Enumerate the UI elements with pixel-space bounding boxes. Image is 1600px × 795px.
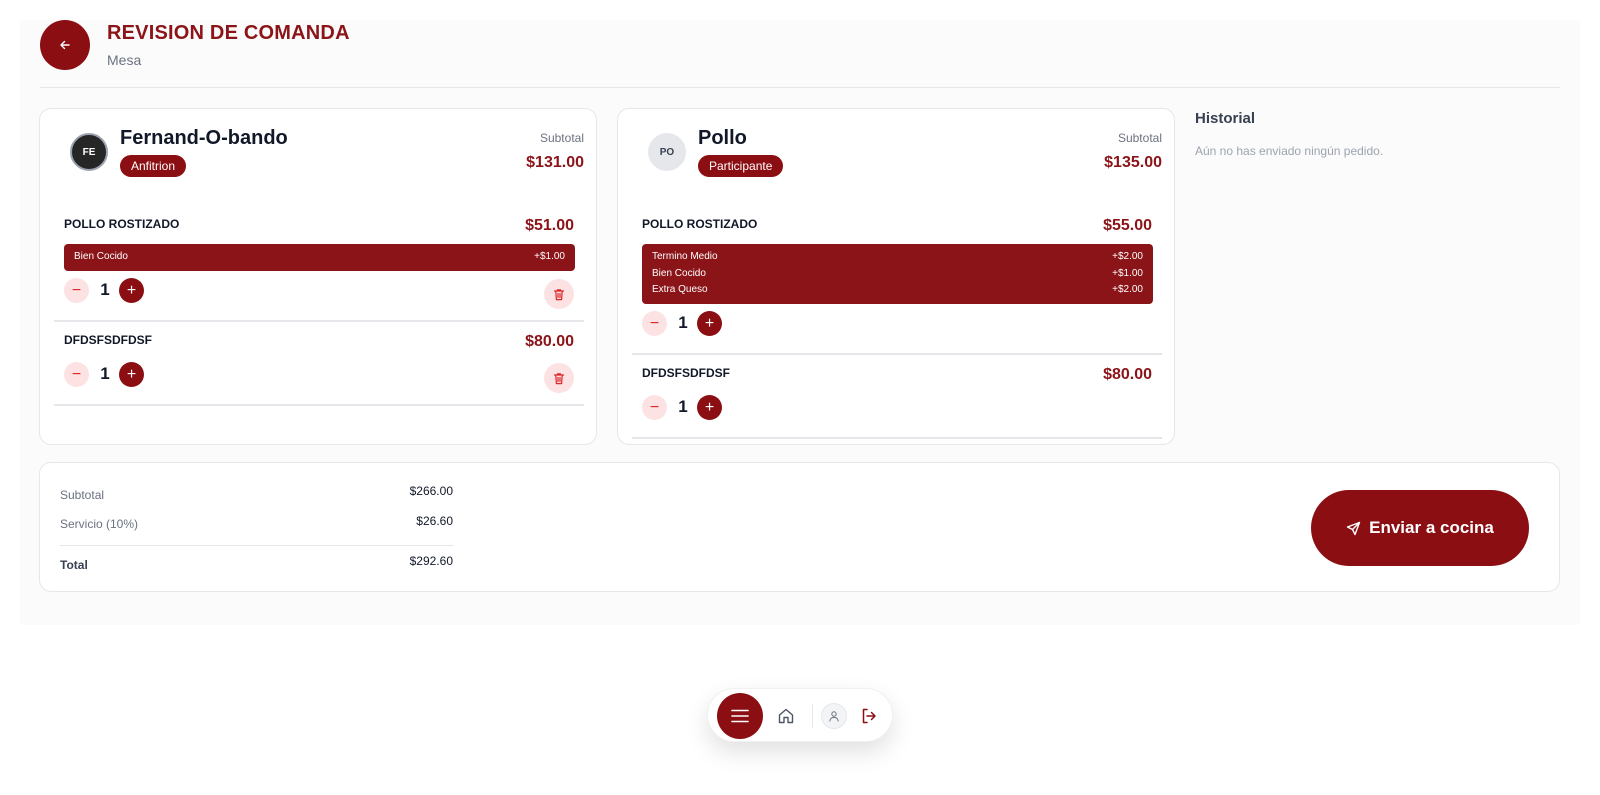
avatar: PO — [648, 133, 686, 171]
summary-total-label: Total — [60, 558, 88, 572]
modifier-row: Extra Queso +$2.00 — [652, 282, 1143, 299]
increase-quantity-button[interactable]: + — [119, 278, 144, 303]
modifier-price: +$2.00 — [1112, 284, 1143, 295]
decrease-quantity-button[interactable]: − — [64, 362, 89, 387]
modifier-list: Bien Cocido +$1.00 — [64, 244, 575, 271]
quantity-value: 1 — [100, 280, 110, 299]
guest-subtotal-label: Subtotal — [1117, 131, 1162, 145]
summary-divider — [60, 545, 454, 546]
guest-card: FE Fernand-O-bando Anfitrion Subtotal $1… — [39, 108, 597, 445]
delete-item-button[interactable] — [544, 363, 574, 393]
item-price: $55.00 — [1103, 217, 1152, 234]
guest-name: Fernand-O-bando — [120, 127, 288, 149]
home-icon — [778, 708, 794, 724]
page-header: REVISION DE COMANDA Mesa — [20, 20, 1580, 88]
increase-quantity-button[interactable]: + — [697, 311, 722, 336]
modifier-price: +$1.00 — [534, 251, 565, 262]
plus-icon: + — [704, 398, 715, 416]
item-divider — [632, 353, 1162, 355]
modifier-name: Bien Cocido — [74, 251, 128, 262]
role-badge: Participante — [698, 155, 784, 177]
order-item: DFDSFSDFDSF $80.00 − 1 + — [632, 366, 1162, 442]
guest-card: PO Pollo Participante Subtotal $135.00 P… — [617, 108, 1175, 445]
increase-quantity-button[interactable]: + — [697, 395, 722, 420]
header-divider — [40, 87, 1560, 88]
menu-icon — [731, 709, 749, 723]
guest-subtotal-label: Subtotal — [539, 131, 584, 145]
minus-icon: − — [649, 314, 660, 332]
order-summary: Subtotal $266.00 Servicio (10%) $26.60 T… — [39, 462, 1560, 592]
order-item: DFDSFSDFDSF $80.00 − 1 + — [54, 333, 584, 409]
history-empty-message: Aún no has enviado ningún pedido. — [1195, 144, 1384, 158]
modifier-price: +$1.00 — [1112, 267, 1143, 279]
history-title: Historial — [1195, 110, 1256, 127]
item-price: $51.00 — [525, 217, 574, 234]
minus-icon: − — [649, 398, 660, 416]
plus-icon: + — [126, 365, 137, 383]
summary-service-label: Servicio (10%) — [60, 517, 139, 531]
item-name: DFDSFSDFDSF — [64, 333, 152, 347]
modifier-row: Termino Medio +$2.00 — [652, 249, 1143, 266]
trash-icon — [553, 288, 565, 300]
avatar: FE — [70, 133, 108, 171]
modifier-name: Extra Queso — [652, 284, 708, 295]
order-item: POLLO ROSTIZADO $51.00 Bien Cocido +$1.00… — [54, 217, 584, 325]
item-name: POLLO ROSTIZADO — [642, 217, 758, 231]
item-divider — [632, 437, 1162, 439]
user-icon — [829, 711, 839, 722]
quantity-value: 1 — [678, 397, 688, 416]
send-icon — [1346, 521, 1361, 535]
item-divider — [54, 320, 584, 322]
page-subtitle: Mesa — [107, 52, 142, 68]
item-price: $80.00 — [1103, 366, 1152, 383]
plus-icon: + — [704, 314, 715, 332]
decrease-quantity-button[interactable]: − — [642, 311, 667, 336]
trash-icon — [553, 372, 565, 384]
send-to-kitchen-label: Enviar a cocina — [1369, 518, 1494, 537]
minus-icon: − — [71, 365, 82, 383]
summary-subtotal-label: Subtotal — [60, 488, 105, 502]
logout-icon — [862, 708, 876, 724]
modifier-name: Bien Cocido — [652, 267, 706, 279]
decrease-quantity-button[interactable]: − — [64, 278, 89, 303]
modifier-name: Termino Medio — [652, 251, 718, 262]
home-button[interactable] — [772, 702, 800, 730]
menu-button[interactable] — [717, 693, 763, 739]
modifier-row: Bien Cocido +$1.00 — [74, 249, 565, 266]
item-name: POLLO ROSTIZADO — [64, 217, 180, 231]
decrease-quantity-button[interactable]: − — [642, 395, 667, 420]
item-price: $80.00 — [525, 333, 574, 350]
minus-icon: − — [71, 281, 82, 299]
guest-subtotal-value: $131.00 — [526, 154, 584, 171]
increase-quantity-button[interactable]: + — [119, 362, 144, 387]
item-divider — [54, 404, 584, 406]
nav-separator — [812, 704, 813, 728]
role-badge: Anfitrion — [120, 155, 187, 177]
summary-total-value: $292.60 — [409, 554, 453, 568]
page-title: REVISION DE COMANDA — [107, 22, 350, 44]
bottom-navbar — [707, 688, 893, 742]
quantity-value: 1 — [100, 364, 110, 383]
item-name: DFDSFSDFDSF — [642, 366, 730, 380]
modifier-row: Bien Cocido +$1.00 — [652, 266, 1143, 283]
guest-name: Pollo — [698, 127, 747, 149]
delete-item-button[interactable] — [544, 279, 574, 309]
summary-subtotal-value: $266.00 — [409, 484, 453, 498]
profile-button[interactable] — [821, 703, 847, 729]
send-to-kitchen-button[interactable]: Enviar a cocina — [1311, 490, 1529, 566]
logout-button[interactable] — [855, 702, 883, 730]
order-review-page: REVISION DE COMANDA Mesa FE Fernand-O-ba… — [20, 20, 1580, 625]
order-item: POLLO ROSTIZADO $55.00 Termino Medio +$2.… — [632, 217, 1162, 357]
modifier-price: +$2.00 — [1112, 251, 1143, 262]
modifier-list: Termino Medio +$2.00 Bien Cocido +$1.00 Ex… — [642, 244, 1153, 304]
summary-service-value: $26.60 — [416, 514, 453, 528]
quantity-value: 1 — [678, 313, 688, 332]
back-button[interactable] — [40, 20, 90, 70]
arrow-left-icon — [60, 40, 70, 50]
plus-icon: + — [126, 281, 137, 299]
guest-subtotal-value: $135.00 — [1104, 154, 1162, 171]
